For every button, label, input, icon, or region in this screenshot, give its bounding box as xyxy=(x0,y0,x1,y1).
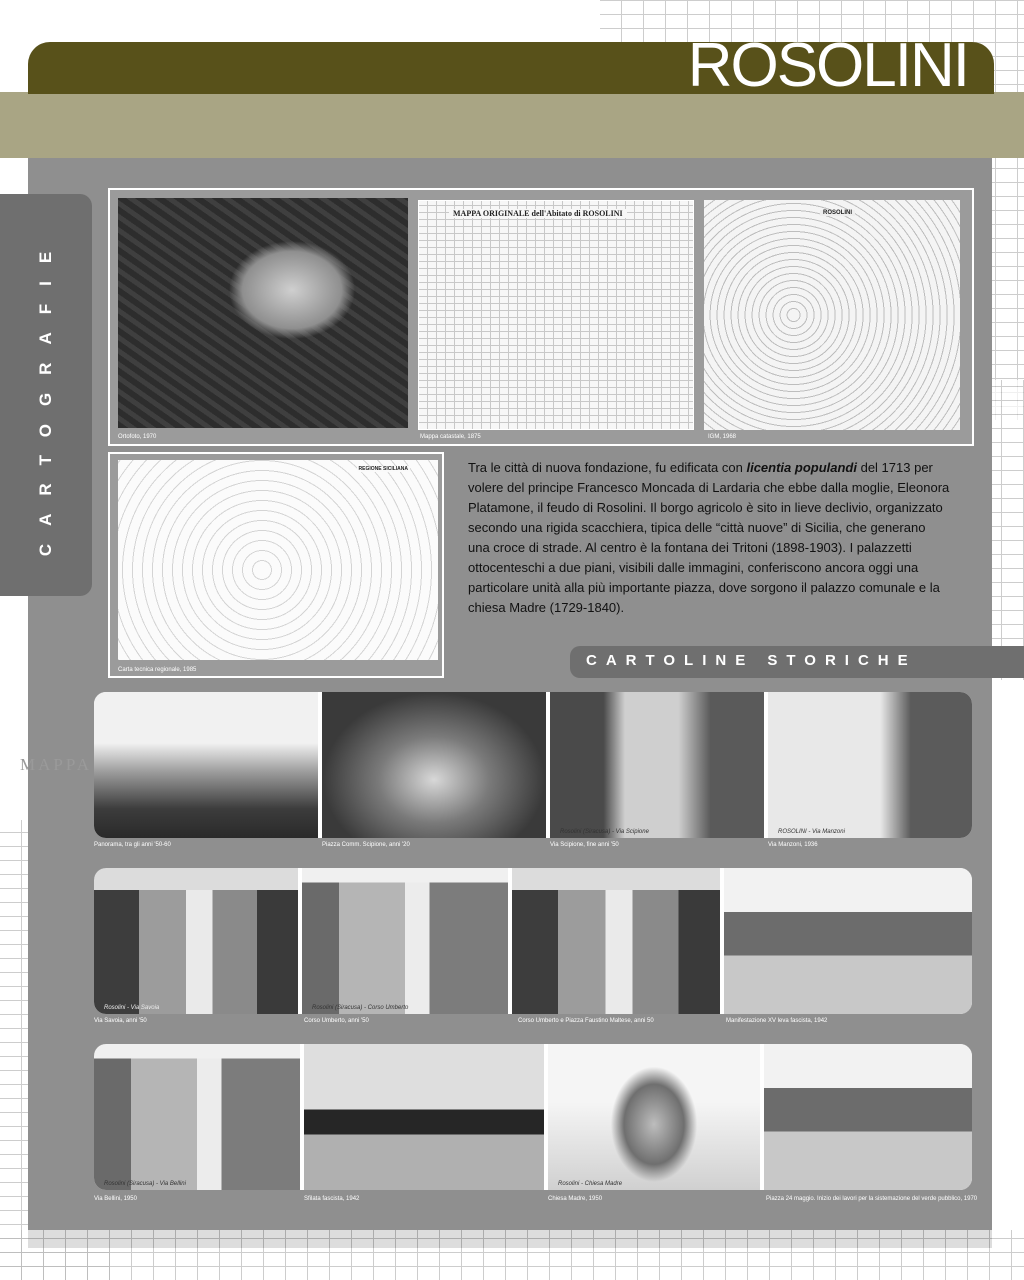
postcard-caption: Via Bellini, 1950 xyxy=(94,1196,137,1202)
postcard-caption: Piazza 24 maggio. Inizio dei lavori per … xyxy=(766,1196,978,1202)
map-regional: REGIONE SICILIANA xyxy=(118,460,438,660)
postcard-photo: Rosolini - Via Savoia xyxy=(94,868,298,1014)
postcard-strip: Rosolini - Via Savoia Rosolini (Siracusa… xyxy=(94,868,972,1014)
page-title: ROSOLINI xyxy=(687,31,970,100)
postcard-strip: Rosolini (Siracusa) - Via Scipione ROSOL… xyxy=(94,692,972,838)
map-inner-title: MAPPA ORIGINALE dell'Abitato di ROSOLINI xyxy=(449,209,627,218)
header-band xyxy=(0,92,1024,158)
background-map-bottom xyxy=(0,1230,1024,1280)
postcard-photo xyxy=(764,1044,972,1190)
postcard-caption: Corso Umberto, anni '50 xyxy=(304,1018,369,1024)
description-text: Tra le città di nuova fondazione, fu edi… xyxy=(468,458,950,618)
postcard-inner-caption: Rosolini - Chiesa Madre xyxy=(558,1181,623,1187)
postcard-inner-caption: ROSOLINI - Via Manzoni xyxy=(778,829,845,835)
postcard-photo: ROSOLINI - Via Manzoni xyxy=(768,692,972,838)
postcard-photo: Rosolini (Siracusa) - Via Scipione xyxy=(550,692,764,838)
map-cadastral: MAPPA ORIGINALE dell'Abitato di ROSOLINI xyxy=(418,200,694,430)
description-emphasis: licentia populandi xyxy=(746,460,857,475)
postcard-photo xyxy=(304,1044,544,1190)
map-inner-title: ROSOLINI xyxy=(820,210,856,216)
postcard-photo: Rosolini (Siracusa) - Via Bellini xyxy=(94,1044,300,1190)
postcard-inner-caption: Rosolini (Siracusa) - Corso Umberto xyxy=(312,1005,409,1011)
description-part: Tra le città di nuova fondazione, fu edi… xyxy=(468,460,747,475)
postcard-caption: Via Savoia, anni '50 xyxy=(94,1018,147,1024)
postcard-caption: Manifestazione XV leva fascista, 1942 xyxy=(726,1018,828,1024)
postcard-inner-caption: Rosolini (Siracusa) - Via Scipione xyxy=(560,829,649,835)
map-orthophoto xyxy=(118,198,408,428)
description-part: del 1713 per volere del principe Frances… xyxy=(468,460,950,615)
map-caption: Carta tecnica regionale, 1985 xyxy=(118,667,197,673)
postcard-photo: Rosolini (Siracusa) - Corso Umberto xyxy=(302,868,508,1014)
postcard-strip: Rosolini (Siracusa) - Via Bellini Rosoli… xyxy=(94,1044,972,1190)
side-tab-cartografie: CARTOGRAFIE xyxy=(0,194,92,596)
map-inner-title: REGIONE SICILIANA xyxy=(356,466,410,472)
background-mappa-label: MAPPA xyxy=(20,755,93,774)
side-tab-label: CARTOGRAFIE xyxy=(36,233,55,557)
postcard-caption: Chiesa Madre, 1950 xyxy=(548,1196,603,1202)
postcard-caption: Via Manzoni, 1936 xyxy=(768,842,818,848)
section-tab-cartoline: CARTOLINE STORICHE xyxy=(570,646,1024,678)
postcard-photo xyxy=(322,692,546,838)
section-title: CARTOLINE STORICHE xyxy=(586,652,917,669)
postcard-caption: Sfilata fascista, 1942 xyxy=(304,1196,360,1202)
postcard-caption: Piazza Comm. Scipione, anni '20 xyxy=(322,842,410,848)
map-caption: Mappa catastale, 1875 xyxy=(420,434,481,440)
postcard-caption: Corso Umberto e Piazza Faustino Maltese,… xyxy=(518,1018,654,1024)
postcard-photo: Rosolini - Chiesa Madre xyxy=(548,1044,760,1190)
postcard-photo xyxy=(512,868,720,1014)
map-igm: ROSOLINI xyxy=(704,200,960,430)
postcard-inner-caption: Rosolini (Siracusa) - Via Bellini xyxy=(104,1181,186,1187)
postcard-photo xyxy=(724,868,972,1014)
postcard-inner-caption: Rosolini - Via Savoia xyxy=(104,1005,160,1011)
postcard-caption: Panorama, tra gli anni '50-60 xyxy=(94,842,171,848)
postcard-caption: Via Scipione, fine anni '50 xyxy=(550,842,619,848)
map-caption: IGM, 1968 xyxy=(708,434,737,440)
map-caption: Ortofoto, 1970 xyxy=(118,434,157,440)
postcard-photo xyxy=(94,692,318,838)
